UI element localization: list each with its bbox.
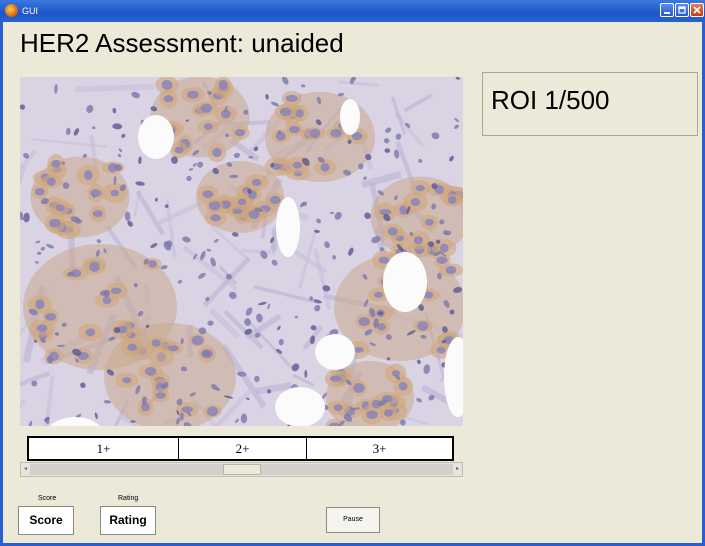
roi-counter-text: ROI 1/500 — [491, 85, 610, 115]
score-slider[interactable]: ◂ ▸ — [20, 462, 463, 477]
page-title: HER2 Assessment: unaided — [20, 28, 344, 58]
score-caption: Score — [38, 495, 57, 502]
close-button[interactable] — [690, 3, 704, 17]
scale-label-1plus: 1+ — [29, 438, 179, 459]
close-icon — [693, 6, 701, 14]
tissue-micrograph — [20, 77, 463, 426]
maximize-icon — [678, 6, 686, 14]
rating-caption: Rating — [118, 495, 139, 502]
scale-label-3plus: 3+ — [372, 441, 387, 456]
minimize-icon — [664, 12, 670, 14]
slider-thumb[interactable] — [223, 464, 261, 475]
roi-counter-panel: ROI 1/500 — [482, 72, 698, 136]
maximize-button[interactable] — [675, 3, 689, 17]
minimize-button[interactable] — [660, 3, 674, 17]
pause-button[interactable]: Pause — [326, 507, 380, 533]
slider-right-arrow-icon[interactable]: ▸ — [453, 463, 462, 476]
rating-button[interactable]: Rating — [100, 506, 156, 535]
window-titlebar[interactable]: GUI — [0, 0, 705, 22]
slider-track[interactable] — [30, 464, 453, 475]
score-button[interactable]: Score — [18, 506, 74, 535]
matlab-icon — [5, 4, 18, 17]
score-scale: 1+ 2+ 3+ — [27, 436, 454, 461]
roi-image — [20, 77, 463, 426]
slider-left-arrow-icon[interactable]: ◂ — [21, 463, 30, 476]
scale-label-2plus: 2+ — [179, 438, 307, 459]
window-title: GUI — [22, 6, 39, 16]
